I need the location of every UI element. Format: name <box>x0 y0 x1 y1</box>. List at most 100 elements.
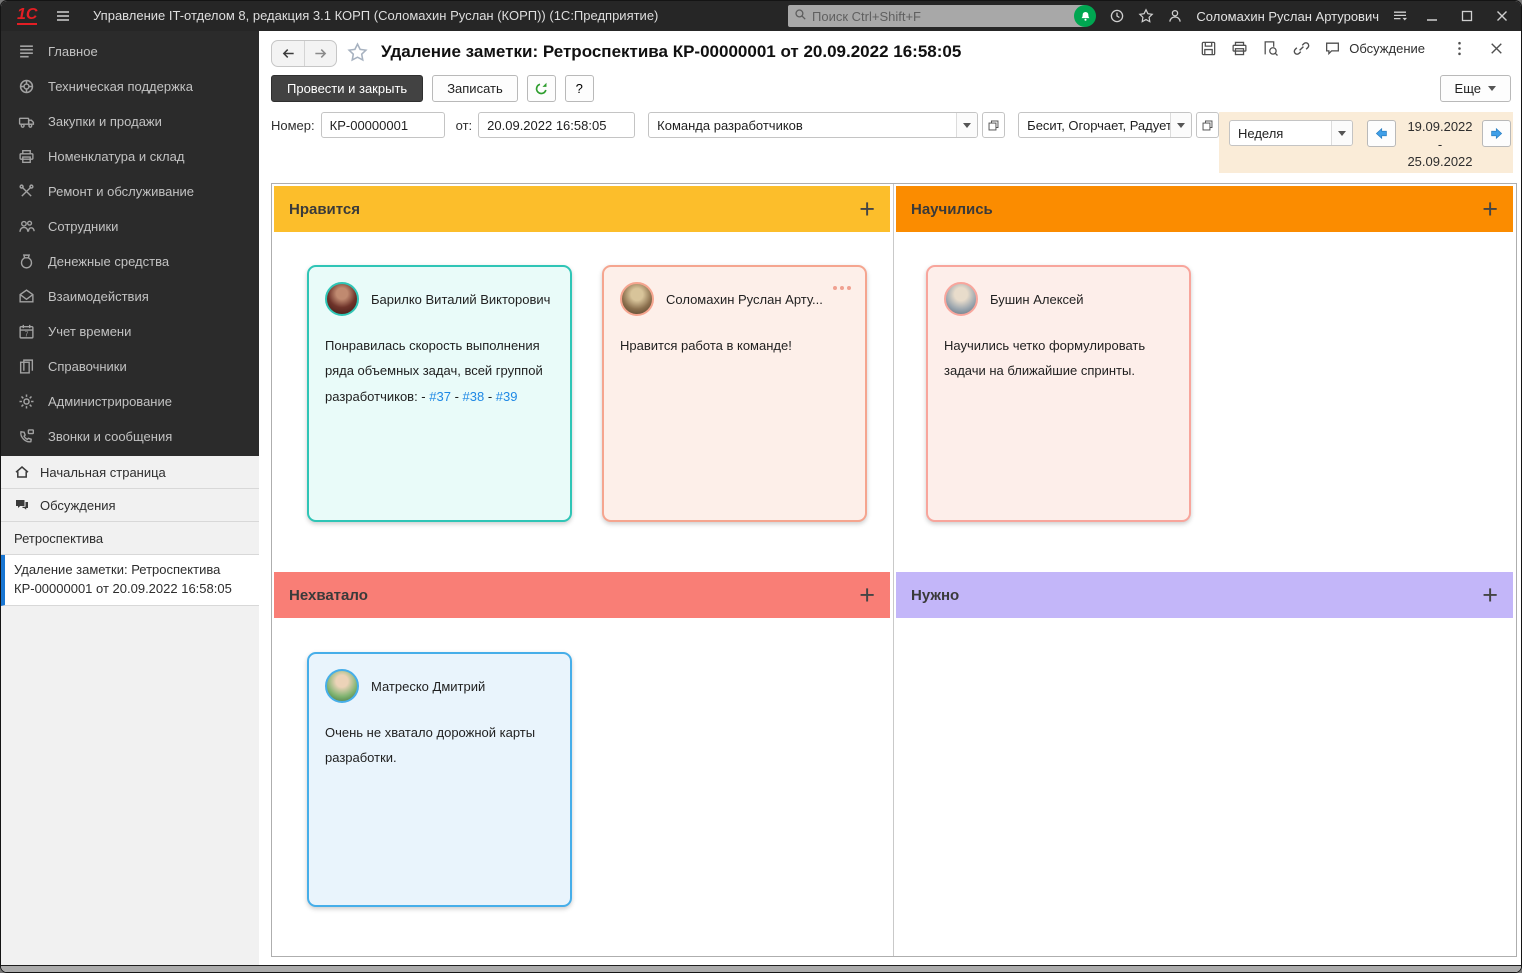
sidebar-item-2[interactable]: Закупки и продажи <box>1 104 259 139</box>
app-title: Управление IT-отделом 8, редакция 3.1 КО… <box>93 8 658 23</box>
card-menu-icon[interactable] <box>833 286 851 290</box>
maximize-icon[interactable] <box>1456 8 1478 24</box>
sidebar-item-label: Ретроспектива <box>14 531 103 546</box>
dropdown-arrow-icon[interactable] <box>1331 121 1352 145</box>
avatar <box>325 282 359 316</box>
sidebar-item-open-document[interactable]: Удаление заметки: Ретроспектива КР-00000… <box>1 555 259 606</box>
sidebar-item-5[interactable]: Сотрудники <box>1 209 259 244</box>
dropdown-arrow-icon[interactable] <box>1170 113 1191 137</box>
print-icon[interactable] <box>1231 40 1248 57</box>
discussions-icon <box>14 497 30 513</box>
sidebar-item-0[interactable]: Главное <box>1 34 259 69</box>
open-team-button[interactable] <box>982 112 1005 138</box>
sidebar: ГлавноеТехническая поддержкаЗакупки и пр… <box>1 31 259 972</box>
hamburger-menu-icon[interactable] <box>55 8 71 24</box>
search-input[interactable] <box>812 9 1080 24</box>
sidebar-item-home[interactable]: Начальная страница <box>1 456 259 489</box>
user-icon[interactable] <box>1167 8 1183 24</box>
card-header: Соломахин Руслан Арту... <box>620 282 849 316</box>
sidebar-item-label: Начальная страница <box>40 465 166 480</box>
discussion-label[interactable]: Обсуждение <box>1349 41 1425 56</box>
refresh-button[interactable] <box>527 75 556 102</box>
print-preview-icon[interactable] <box>1262 40 1279 57</box>
application-window: 1С Управление IT-отделом 8, редакция 3.1… <box>0 0 1522 973</box>
issue-link[interactable]: #39 <box>496 389 518 404</box>
add-note-button[interactable]: + <box>1482 197 1498 221</box>
datetime-field[interactable] <box>478 112 635 138</box>
note-card[interactable]: Барилко Виталий Викторович Понравилась с… <box>307 265 572 522</box>
column-header-needed: Нужно + <box>896 572 1513 618</box>
column-header-lacked: Нехватало + <box>274 572 890 618</box>
sidebar-item-3[interactable]: Номенклатура и склад <box>1 139 259 174</box>
sidebar-item-7[interactable]: Взаимодействия <box>1 279 259 314</box>
sidebar-item-9[interactable]: Справочники <box>1 349 259 384</box>
card-author: Бушин Алексей <box>990 292 1084 307</box>
purchases-sales-icon <box>18 113 35 130</box>
close-form-icon[interactable] <box>1488 40 1505 57</box>
stock-icon <box>18 148 35 165</box>
sidebar-item-label: Удаление заметки: Ретроспектива КР-00000… <box>14 561 249 599</box>
form-toolbar: Провести и закрыть Записать ? <box>271 75 594 102</box>
user-name[interactable]: Соломахин Руслан Артурович <box>1196 9 1379 24</box>
service-menu-icon[interactable] <box>1392 8 1408 24</box>
favorites-star-icon[interactable] <box>1138 8 1154 24</box>
mood-value: Бесит, Огорчает, Радует <box>1019 113 1170 137</box>
column-header-likes: Нравится + <box>274 186 890 232</box>
sidebar-item-6[interactable]: Денежные средства <box>1 244 259 279</box>
dropdown-arrow-icon[interactable] <box>956 113 977 137</box>
back-button[interactable] <box>272 41 304 66</box>
sidebar-item-label: Сотрудники <box>48 219 118 234</box>
add-note-button[interactable]: + <box>859 583 875 607</box>
team-combo[interactable]: Команда разработчиков <box>648 112 978 138</box>
add-note-button[interactable]: + <box>859 197 875 221</box>
mood-combo[interactable]: Бесит, Огорчает, Радует <box>1018 112 1192 138</box>
previous-period-button[interactable] <box>1367 120 1396 147</box>
write-button[interactable]: Записать <box>432 75 518 102</box>
note-card[interactable]: Матреско Дмитрий Очень не хватало дорожн… <box>307 652 572 907</box>
global-search[interactable] <box>788 5 1086 27</box>
card-author: Соломахин Руслан Арту... <box>666 292 823 307</box>
sidebar-item-label: Звонки и сообщения <box>48 429 172 444</box>
main-sections-icon <box>18 43 35 60</box>
sidebar-item-retrospective[interactable]: Ретроспектива <box>1 522 259 555</box>
menu-dots-icon[interactable] <box>1451 40 1468 57</box>
titlebar-right-cluster: Соломахин Руслан Артурович <box>1074 1 1513 31</box>
sidebar-item-label: Взаимодействия <box>48 289 149 304</box>
sidebar-item-11[interactable]: Звонки и сообщения <box>1 419 259 454</box>
minimize-icon[interactable] <box>1421 8 1443 24</box>
column-title: Нехватало <box>289 587 368 604</box>
board-left-column: Нравится + Нехватало + Барилко Виталий В… <box>272 184 894 956</box>
number-field[interactable] <box>321 112 445 138</box>
repair-icon <box>18 183 35 200</box>
time-tracking-icon: 7 <box>18 323 35 340</box>
favorite-form-star-icon[interactable] <box>347 42 368 63</box>
notifications-bell-icon[interactable] <box>1074 5 1096 27</box>
sidebar-item-8[interactable]: 7Учет времени <box>1 314 259 349</box>
sidebar-item-discussions[interactable]: Обсуждения <box>1 489 259 522</box>
add-note-button[interactable]: + <box>1482 583 1498 607</box>
forward-button[interactable] <box>304 41 336 66</box>
period-separator: - <box>1399 136 1481 154</box>
discussion-bubble-icon[interactable] <box>1324 40 1341 57</box>
issue-link[interactable]: #38 <box>463 389 485 404</box>
post-and-close-button[interactable]: Провести и закрыть <box>271 75 423 102</box>
issue-link[interactable]: #37 <box>429 389 451 404</box>
period-mode-combo[interactable]: Неделя <box>1229 120 1353 146</box>
next-period-button[interactable] <box>1482 120 1511 147</box>
sidebar-item-10[interactable]: Администрирование <box>1 384 259 419</box>
sidebar-item-label: Обсуждения <box>40 498 116 513</box>
period-panel: Неделя 19.09.2022 - 25.09.2022 <box>1219 112 1513 173</box>
save-icon[interactable] <box>1200 40 1217 57</box>
help-button[interactable]: ? <box>565 75 594 102</box>
note-card[interactable]: Бушин Алексей Научились четко формулиров… <box>926 265 1191 522</box>
note-card[interactable]: Соломахин Руслан Арту... Нравится работа… <box>602 265 867 522</box>
close-icon[interactable] <box>1491 8 1513 24</box>
sidebar-item-1[interactable]: Техническая поддержка <box>1 69 259 104</box>
more-button[interactable]: Еще <box>1440 75 1511 102</box>
period-to: 25.09.2022 <box>1399 153 1481 171</box>
history-icon[interactable] <box>1109 8 1125 24</box>
card-header: Бушин Алексей <box>944 282 1173 316</box>
link-icon[interactable] <box>1293 40 1310 57</box>
open-mood-button[interactable] <box>1196 112 1219 138</box>
sidebar-item-4[interactable]: Ремонт и обслуживание <box>1 174 259 209</box>
